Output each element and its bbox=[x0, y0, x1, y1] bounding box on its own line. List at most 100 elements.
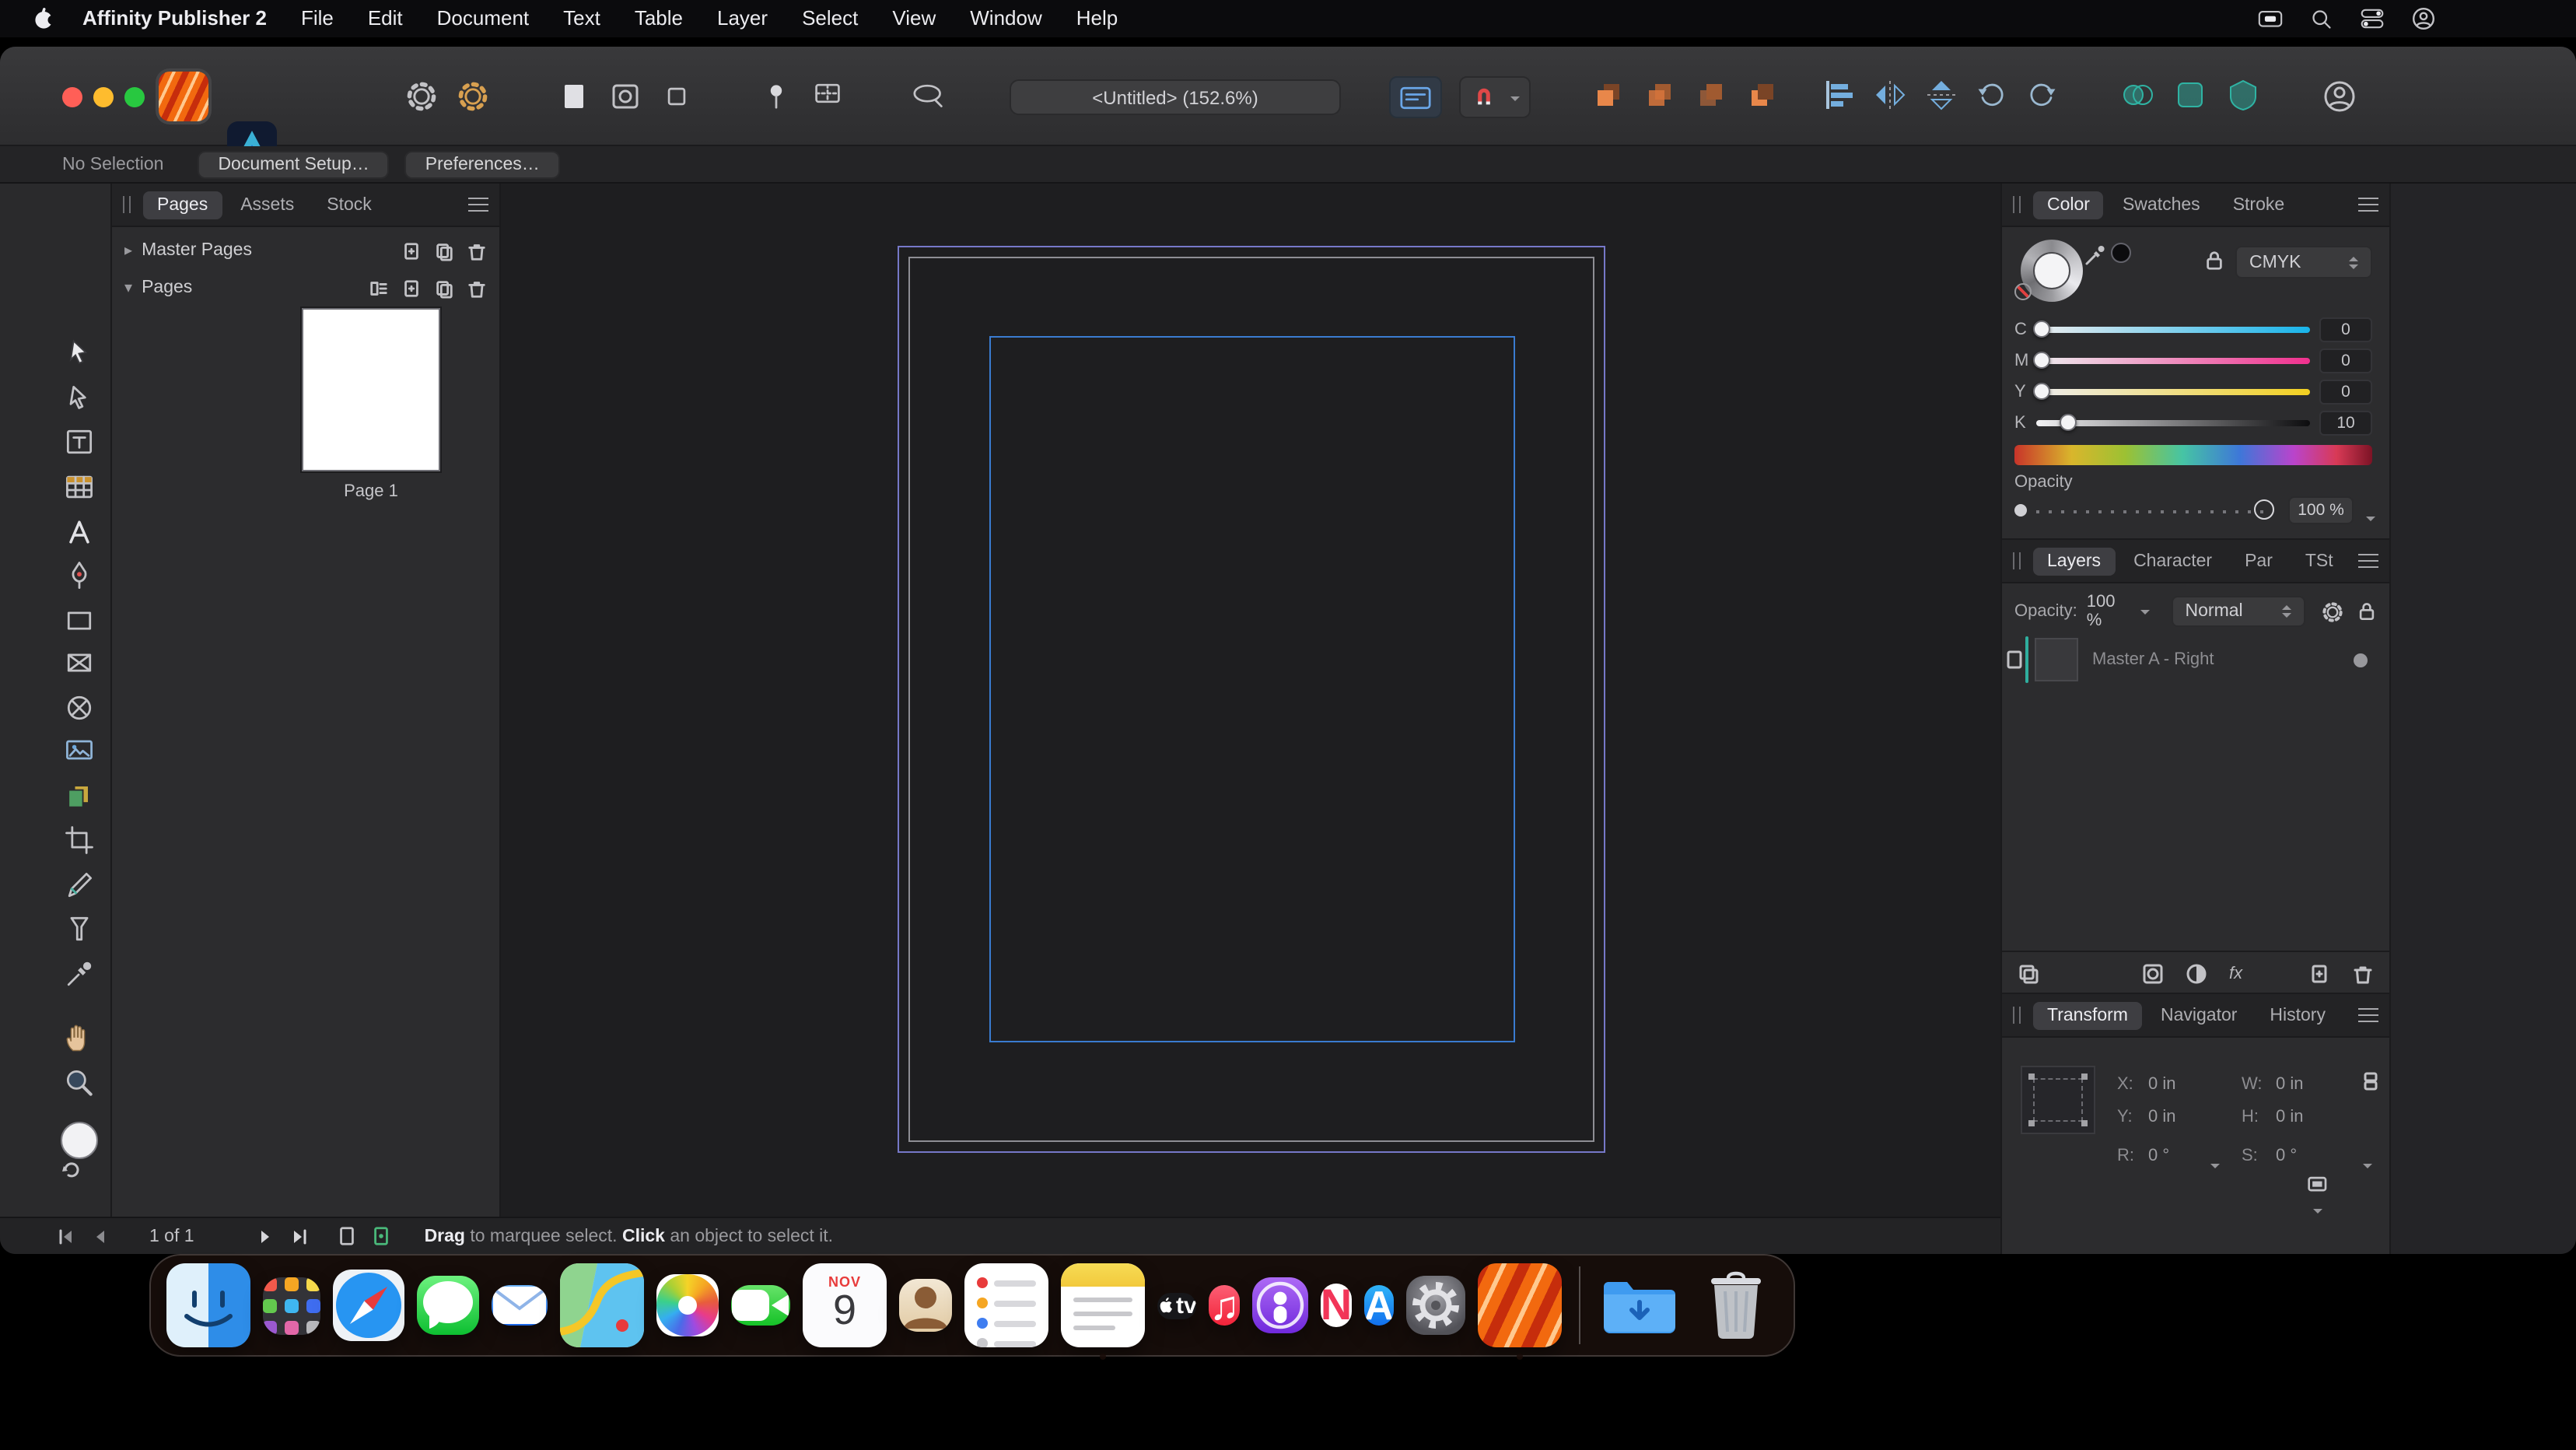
move-forward-button[interactable] bbox=[1641, 76, 1678, 114]
black-slider[interactable] bbox=[2036, 420, 2310, 426]
menu-window[interactable]: Window bbox=[953, 0, 1059, 37]
stroke-color-swatch[interactable] bbox=[2111, 243, 2131, 263]
yellow-slider[interactable] bbox=[2036, 389, 2310, 395]
dock-icon-finder[interactable] bbox=[166, 1263, 250, 1347]
add-layer-icon[interactable] bbox=[2308, 962, 2330, 984]
dock-icon-messages[interactable] bbox=[417, 1276, 479, 1335]
magenta-value[interactable]: 0 bbox=[2319, 348, 2372, 373]
chevron-right-icon[interactable]: ▸ bbox=[124, 242, 132, 259]
view-single-page-button[interactable] bbox=[554, 78, 594, 115]
transform-options-icon[interactable] bbox=[2307, 1175, 2332, 1223]
no-fill-icon[interactable] bbox=[2014, 283, 2032, 300]
eyedropper-icon[interactable] bbox=[2083, 243, 2108, 268]
apple-menu-icon[interactable] bbox=[22, 6, 65, 31]
table-tool[interactable] bbox=[59, 467, 100, 507]
publisher-app-icon[interactable] bbox=[159, 72, 208, 121]
move-backward-button[interactable] bbox=[1692, 76, 1730, 114]
dock-icon-reminders[interactable] bbox=[964, 1263, 1048, 1347]
add-page-icon[interactable] bbox=[401, 240, 422, 261]
menu-text[interactable]: Text bbox=[546, 0, 618, 37]
add-page-icon[interactable] bbox=[401, 278, 422, 298]
chevron-down-icon[interactable] bbox=[2364, 1164, 2373, 1173]
layer-settings-gear-icon[interactable] bbox=[2321, 600, 2344, 623]
link-width-height-icon[interactable] bbox=[2363, 1072, 2378, 1091]
node-tool[interactable] bbox=[59, 378, 100, 419]
panel-menu-icon[interactable] bbox=[2358, 1008, 2378, 1022]
dock-icon-launchpad[interactable] bbox=[263, 1277, 320, 1334]
opacity-value-field[interactable]: 100 % bbox=[2288, 496, 2354, 524]
panel-drag-handle[interactable] bbox=[123, 196, 131, 213]
panel-drag-handle[interactable] bbox=[2013, 1007, 2021, 1024]
user-menu-icon[interactable] bbox=[2411, 6, 2436, 31]
x-value[interactable]: 0 in bbox=[2148, 1075, 2176, 1094]
color-mode-select[interactable]: CMYK bbox=[2235, 246, 2372, 278]
layers-opacity-value[interactable]: 100 % bbox=[2087, 593, 2134, 630]
yellow-value[interactable]: 0 bbox=[2319, 380, 2372, 405]
tab-history[interactable]: History bbox=[2256, 1001, 2340, 1029]
move-tool[interactable] bbox=[59, 333, 100, 373]
layer-effects-icon[interactable]: fx bbox=[2229, 964, 2242, 982]
tab-stock[interactable]: Stock bbox=[313, 191, 386, 219]
dock-icon-news[interactable]: N bbox=[1321, 1284, 1352, 1327]
tab-layers[interactable]: Layers bbox=[2033, 547, 2115, 575]
master-pages-section[interactable]: ▸ Master Pages bbox=[112, 233, 499, 268]
chevron-down-icon[interactable] bbox=[2210, 1164, 2220, 1173]
preferences-button[interactable]: Preferences… bbox=[405, 150, 560, 178]
view-hand-tool[interactable] bbox=[59, 1017, 100, 1058]
dock-icon-downloads[interactable] bbox=[1598, 1263, 1682, 1347]
panel-drag-handle[interactable] bbox=[2013, 196, 2021, 213]
blend-mode-select[interactable]: Normal bbox=[2172, 596, 2305, 627]
vector-crop-tool[interactable] bbox=[59, 820, 100, 860]
transparency-tool[interactable] bbox=[59, 909, 100, 949]
panel-menu-icon[interactable] bbox=[2358, 198, 2378, 212]
layer-visibility-dot[interactable] bbox=[2354, 653, 2368, 667]
preflight-status-icon[interactable] bbox=[372, 1226, 390, 1246]
tab-paragraph[interactable]: Par bbox=[2231, 547, 2287, 575]
menu-help[interactable]: Help bbox=[1059, 0, 1136, 37]
menu-view[interactable]: View bbox=[875, 0, 953, 37]
page-thumbnail[interactable] bbox=[302, 308, 440, 471]
snapping-button[interactable] bbox=[1459, 76, 1531, 118]
insert-inside-button[interactable] bbox=[2172, 76, 2209, 114]
menu-table[interactable]: Table bbox=[618, 0, 700, 37]
menu-document[interactable]: Document bbox=[420, 0, 547, 37]
dock-icon-trash[interactable] bbox=[1694, 1263, 1778, 1347]
panel-drag-handle[interactable] bbox=[2013, 552, 2021, 569]
dock-icon-maps[interactable] bbox=[560, 1263, 644, 1347]
w-value[interactable]: 0 in bbox=[2276, 1075, 2304, 1094]
alignment-button[interactable] bbox=[1820, 76, 1857, 114]
dock-icon-affinity-publisher[interactable] bbox=[1478, 1263, 1562, 1347]
last-page-icon[interactable] bbox=[291, 1227, 310, 1245]
tab-navigator[interactable]: Navigator bbox=[2147, 1001, 2251, 1029]
place-image-tool[interactable] bbox=[59, 730, 100, 770]
opacity-slider-knob[interactable] bbox=[2254, 499, 2274, 520]
h-value[interactable]: 0 in bbox=[2276, 1108, 2304, 1126]
color-spectrum-bar[interactable] bbox=[2014, 445, 2372, 465]
s-value[interactable]: 0 ° bbox=[2276, 1147, 2297, 1165]
control-center-icon[interactable] bbox=[2360, 8, 2385, 30]
document-title[interactable]: <Untitled> (152.6%) bbox=[1010, 79, 1341, 115]
dock-icon-photos[interactable] bbox=[656, 1274, 719, 1336]
black-value[interactable]: 10 bbox=[2319, 411, 2372, 436]
menu-edit[interactable]: Edit bbox=[351, 0, 420, 37]
tab-text-styles[interactable]: TSt bbox=[2291, 547, 2347, 575]
dock-icon-music[interactable]: ♫ bbox=[1209, 1285, 1240, 1326]
chevron-down-icon[interactable] bbox=[2140, 610, 2150, 619]
layer-row-master-a-right[interactable]: Master A - Right bbox=[2002, 636, 2389, 683]
layer-lock-icon[interactable] bbox=[2357, 601, 2377, 622]
move-to-front-button[interactable] bbox=[1590, 76, 1627, 114]
r-value[interactable]: 0 ° bbox=[2148, 1147, 2169, 1165]
dock-icon-tv[interactable]: tv bbox=[1157, 1292, 1197, 1319]
picture-frame-ellipse-tool[interactable] bbox=[59, 688, 100, 728]
menu-select[interactable]: Select bbox=[785, 0, 875, 37]
lock-icon[interactable] bbox=[2204, 249, 2224, 272]
pen-tool[interactable] bbox=[59, 555, 100, 596]
zoom-tool[interactable] bbox=[59, 1063, 100, 1103]
rectangle-tool[interactable] bbox=[59, 601, 100, 641]
dock-icon-facetime[interactable] bbox=[731, 1285, 790, 1326]
flip-horizontal-button[interactable] bbox=[1871, 76, 1909, 114]
tab-assets[interactable]: Assets bbox=[226, 191, 308, 219]
y-value[interactable]: 0 in bbox=[2148, 1108, 2176, 1126]
dock-icon-calendar[interactable]: NOV 9 bbox=[803, 1263, 887, 1347]
panel-menu-icon[interactable] bbox=[2358, 554, 2378, 568]
